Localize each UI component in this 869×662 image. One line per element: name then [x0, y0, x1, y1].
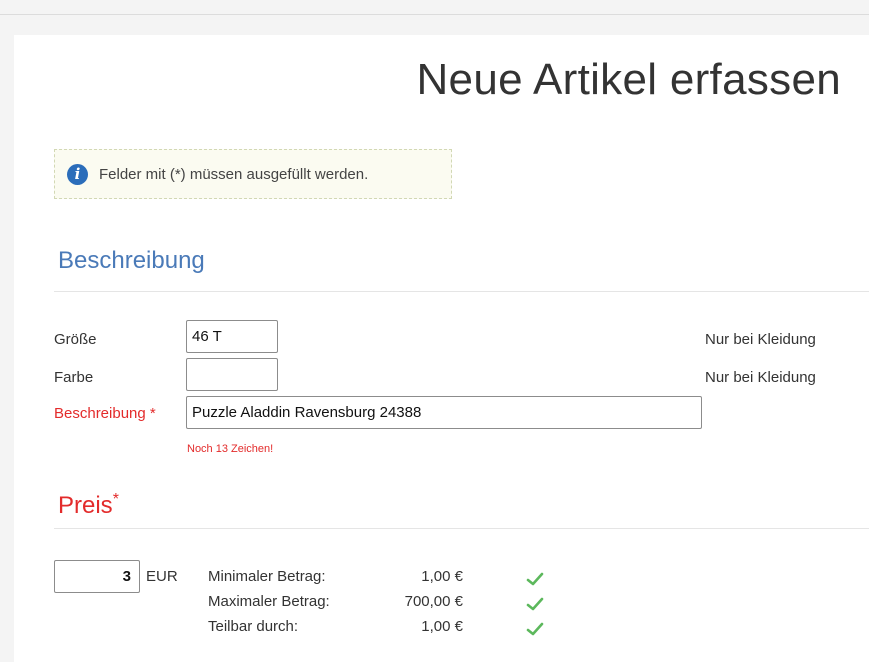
rule-label: Teilbar durch: — [208, 618, 299, 635]
color-input[interactable] — [186, 358, 278, 391]
currency-label: EUR — [146, 568, 178, 585]
size-hint: Nur bei Kleidung — [705, 331, 816, 348]
info-icon: i — [67, 163, 88, 185]
section-title-beschreibung: Beschreibung — [58, 247, 205, 274]
checkmark-icon — [526, 572, 544, 586]
description-input[interactable] — [186, 396, 702, 429]
rule-value: 1,00 € — [421, 568, 463, 585]
price-rule-divisible: Teilbar durch: 1,00 € — [208, 618, 568, 640]
rule-value: 700,00 € — [404, 593, 463, 610]
form-card: Neue Artikel erfassen i Felder mit (*) m… — [14, 35, 869, 662]
checkmark-icon — [526, 597, 544, 611]
section-divider — [54, 528, 869, 529]
page-title: Neue Artikel erfassen — [416, 55, 841, 104]
price-title-text: Preis — [58, 492, 113, 519]
top-divider — [0, 14, 869, 15]
price-rule-min: Minimaler Betrag: 1,00 € — [208, 568, 568, 590]
price-rule-max: Maximaler Betrag: 700,00 € — [208, 593, 568, 615]
rule-label: Minimaler Betrag: — [208, 568, 326, 585]
info-text: Felder mit (*) müssen ausgefüllt werden. — [99, 165, 369, 183]
char-count-warning: Noch 13 Zeichen! — [187, 443, 274, 455]
section-title-preis: Preis* — [58, 491, 119, 520]
color-label: Farbe — [54, 369, 94, 386]
rule-label: Maximaler Betrag: — [208, 593, 330, 610]
description-label-text: Beschreibung — [54, 405, 146, 422]
description-label: Beschreibung * — [54, 405, 156, 422]
color-hint: Nur bei Kleidung — [705, 369, 816, 386]
rule-value: 1,00 € — [421, 618, 463, 635]
size-label: Größe — [54, 331, 97, 348]
checkmark-icon — [526, 622, 544, 636]
size-input[interactable] — [186, 320, 278, 353]
section-divider — [54, 291, 869, 292]
price-input[interactable] — [54, 560, 140, 593]
required-mark: * — [112, 491, 119, 508]
info-box: i Felder mit (*) müssen ausgefüllt werde… — [54, 149, 452, 199]
required-mark: * — [149, 405, 156, 422]
